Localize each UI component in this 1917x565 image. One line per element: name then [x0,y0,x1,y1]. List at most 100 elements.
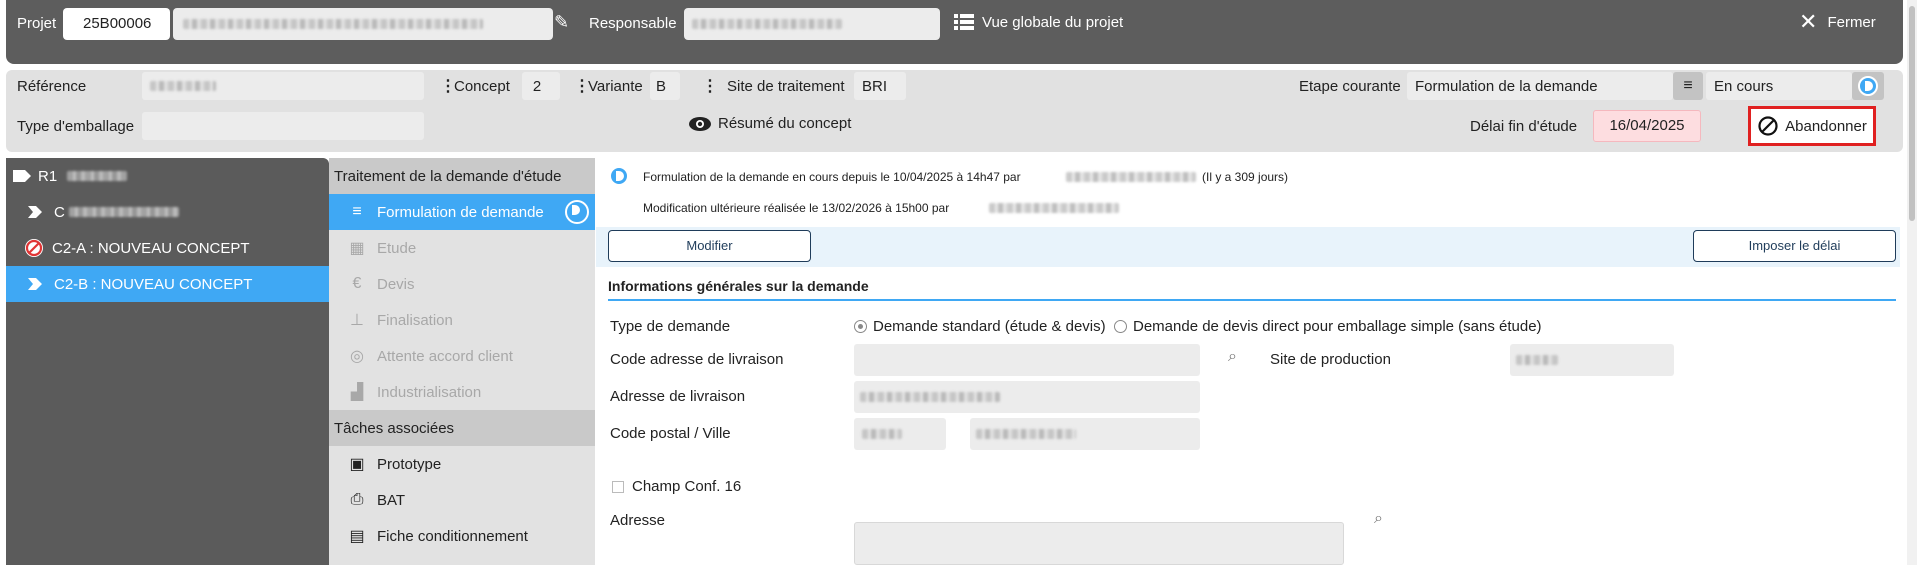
radio-icon [854,320,867,333]
champ-conf-checkbox[interactable]: Champ Conf. 16 [612,478,741,495]
etape-value: Formulation de la demande [1415,78,1598,95]
step-devis[interactable]: € Devis [329,266,595,302]
radio-devis-direct[interactable]: Demande de devis direct pour emballage s… [1114,318,1542,335]
status-line-2: Modification ultérieure réalisée le 13/0… [643,201,950,215]
radio-standard-label: Demande standard (étude & devis) [873,318,1106,335]
tasks-header: Tâches associées [329,410,595,446]
reference-field[interactable] [142,72,424,100]
champ-conf-label: Champ Conf. 16 [632,478,742,495]
edit-list-icon[interactable]: ≡ [1673,72,1703,100]
tree-item-label: C2-A : NOUVEAU CONCEPT [52,239,250,257]
edit-list-icon: ≡ [352,203,362,220]
tree-item-r1[interactable]: R1 [6,158,329,194]
code-postal-label: Code postal / Ville [610,425,731,442]
main-content: Formulation de la demande en cours depui… [596,158,1900,565]
edit-pencil-icon[interactable]: ✎ [554,12,569,33]
concept-value: 2 [532,78,542,95]
site-menu-icon[interactable]: ⋮ [702,76,718,96]
chevron-tag-icon [28,278,42,290]
task-bat[interactable]: ⎙ BAT [329,482,595,518]
status-line-1: Formulation de la demande en cours depui… [643,170,1021,184]
adresse-textarea[interactable] [854,522,1344,565]
step-etude[interactable]: ▦ Etude [329,230,595,266]
euro-icon: € [352,275,362,292]
scrollbar-thumb[interactable] [1909,6,1915,221]
site-production-input[interactable] [1510,344,1674,376]
prototype-icon: ▣ [349,456,365,473]
radio-devis-direct-label: Demande de devis direct pour emballage s… [1133,318,1542,335]
projet-name-field[interactable] [173,8,553,40]
step-label: Finalisation [377,311,453,329]
workflow-steps-panel: Traitement de la demande d'étude ≡ Formu… [329,158,595,565]
step-industrialisation[interactable]: ▟ Industrialisation [329,374,595,410]
step-attente-accord[interactable]: ◎ Attente accord client [329,338,595,374]
delai-label: Délai fin d'étude [1470,118,1578,135]
tree-item-label: R1 [38,167,58,185]
abandonner-button[interactable]: Abandonner [1748,106,1876,146]
step-formulation[interactable]: ≡ Formulation de demande [329,194,595,230]
concept-label: Concept [454,78,510,95]
factory-icon: ▟ [350,384,364,401]
ville-input[interactable] [970,418,1200,450]
site-field[interactable]: BRI [854,72,906,100]
status-clock-icon [1852,72,1884,100]
delai-field[interactable]: 16/04/2025 [1593,110,1701,142]
prohibited-icon [1758,116,1778,136]
step-label: Devis [377,275,415,293]
vue-globale-label: Vue globale du projet [982,13,1124,31]
search-icon[interactable]: ⌕ [1374,510,1383,528]
clipboard-icon: ▤ [349,528,365,545]
step-finalisation[interactable]: ⊥ Finalisation [329,302,595,338]
tree-item-c2a[interactable]: C2-A : NOUVEAU CONCEPT [6,230,329,266]
adresse-livraison-label: Adresse de livraison [610,388,746,405]
step-label: Etude [377,239,417,257]
adresse-livraison-input[interactable] [854,381,1200,413]
task-prototype[interactable]: ▣ Prototype [329,446,595,482]
statut-value: En cours [1714,78,1774,95]
step-label: Industrialisation [377,383,482,401]
abandoned-icon [25,239,43,257]
projet-field[interactable]: 25B00006 [63,8,170,40]
responsable-field[interactable] [684,8,940,40]
vue-globale-button[interactable]: Vue globale du projet [954,13,1123,31]
site-value: BRI [862,78,888,95]
site-label: Site de traitement [727,78,845,95]
radio-standard[interactable]: Demande standard (étude & devis) [854,318,1106,335]
variante-value: B [655,78,666,95]
tree-item-label: C2-B : NOUVEAU CONCEPT [54,275,253,293]
adresse-label: Adresse [610,512,666,529]
project-header-bar: Projet 25B00006 ✎ Responsable Vue global… [6,0,1903,64]
type-emballage-field[interactable] [142,112,424,140]
code-adresse-label: Code adresse de livraison [610,351,784,368]
fermer-label: Fermer [1827,13,1876,31]
variante-label: Variante [588,78,643,95]
handshake-icon: ◎ [350,348,364,365]
tree-item-c2b[interactable]: C2-B : NOUVEAU CONCEPT [6,266,329,302]
imposer-delai-button[interactable]: Imposer le délai [1693,230,1896,262]
section-divider [608,299,1896,301]
concept-tree: R1 C C2-A : NOUVEAU CONCEPT C2-B : NOUVE… [6,158,329,565]
task-fiche-conditionnement[interactable]: ▤ Fiche conditionnement [329,518,595,554]
search-icon[interactable]: ⌕ [1228,348,1237,366]
tree-item-c[interactable]: C [6,194,329,230]
in-progress-clock-icon [565,200,589,224]
fermer-button[interactable]: ✕ Fermer [1799,11,1876,33]
code-postal-input[interactable] [854,418,946,450]
status-line-1-elapsed: (Il y a 309 jours) [1202,170,1289,184]
chevron-tag-icon [28,206,42,218]
type-emballage-label: Type d'emballage [17,118,135,135]
step-label: Formulation de demande [377,203,544,221]
code-adresse-input[interactable] [854,344,1200,376]
task-label: BAT [377,491,406,509]
abandonner-label: Abandonner [1785,117,1867,135]
variante-field[interactable]: B [650,72,680,100]
list-icon [954,14,974,30]
responsable-label: Responsable [589,15,677,32]
printer-icon: ⎙ [350,491,364,508]
concept-field[interactable]: 2 [522,72,560,100]
task-label: Prototype [377,455,442,473]
resume-concept-button[interactable]: Résumé du concept [688,115,851,132]
steps-header: Traitement de la demande d'étude [329,158,595,194]
modifier-button[interactable]: Modifier [608,230,811,262]
etape-field[interactable]: Formulation de la demande [1407,72,1673,100]
